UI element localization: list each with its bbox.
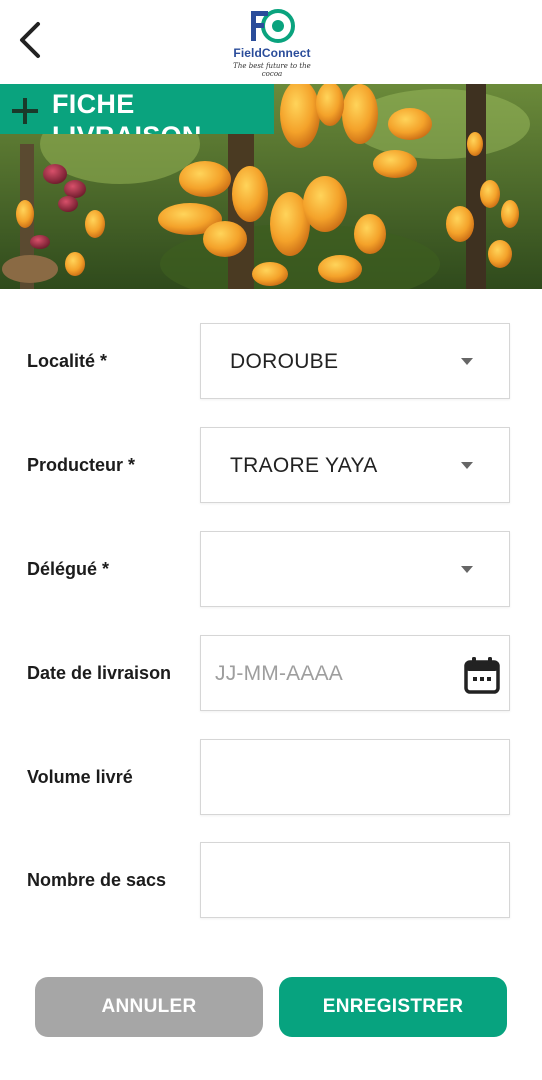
date-row: Date de livraison JJ-MM-AAAA [0,635,542,713]
delegue-label: Délégué * [27,559,110,579]
producteur-label: Producteur * [27,455,136,475]
calendar-icon[interactable] [464,656,500,694]
sacs-input[interactable] [200,842,510,918]
date-label: Date de livraison [27,663,172,683]
localite-select[interactable]: DOROUBE [200,323,510,399]
logo-wordmark: FieldConnect [226,46,318,60]
save-button[interactable]: ENREGISTRER [279,977,507,1037]
chevron-down-icon [461,566,473,573]
sacs-row: Nombre de sacs [0,842,542,920]
producteur-select[interactable]: TRAORE YAYA [200,427,510,503]
volume-label: Volume livré [27,767,133,787]
producteur-row: Producteur * TRAORE YAYA [0,427,542,505]
back-arrow-icon[interactable] [14,18,54,62]
localite-row: Localité * DOROUBE [0,323,542,401]
logo-word-connect: Connect [261,46,311,60]
localite-value: DOROUBE [230,350,339,373]
logo-tagline: The best future to the cocoa [233,62,311,78]
cancel-button[interactable]: ANNULER [35,977,263,1037]
producteur-value: TRAORE YAYA [230,454,378,477]
date-placeholder: JJ-MM-AAAA [215,662,343,685]
fieldconnect-logo: FieldConnect The best future to the coco… [226,8,318,78]
logo-mark-icon [251,9,295,43]
volume-input[interactable] [200,739,510,815]
page-title-banner: FICHE LIVRAISON [0,84,274,134]
plus-icon [12,98,38,124]
app-header: FieldConnect The best future to the coco… [0,0,542,84]
date-input[interactable]: JJ-MM-AAAA [200,635,510,711]
page-title: FICHE LIVRAISON [52,89,201,134]
chevron-down-icon [461,358,473,365]
localite-label: Localité * [27,351,108,371]
chevron-down-icon [461,462,473,469]
sacs-label: Nombre de sacs [27,870,167,890]
logo-word-field: Field [233,46,262,60]
delegue-select[interactable] [200,531,510,607]
delegue-row: Délégué * [0,531,542,609]
volume-row: Volume livré [0,739,542,817]
